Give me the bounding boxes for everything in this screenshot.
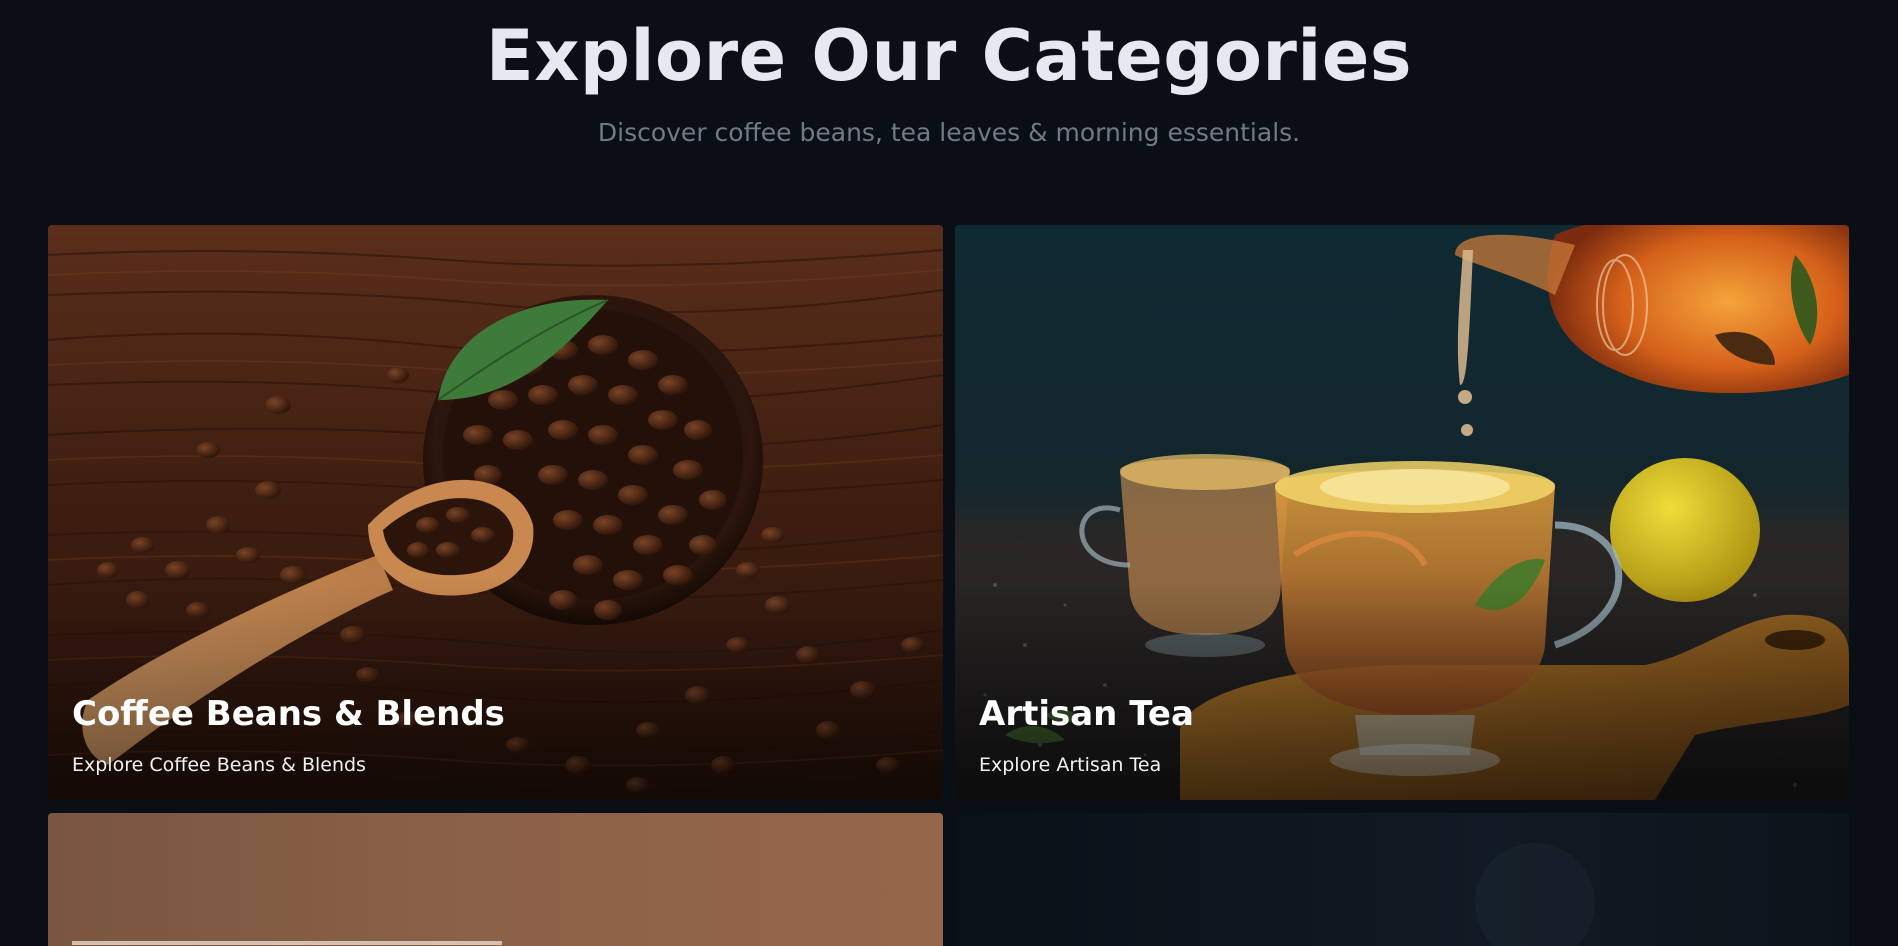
category-title: Coffee Beans & Blends bbox=[72, 694, 505, 734]
category-card-coffee[interactable]: Coffee Beans & Blends Explore Coffee Bea… bbox=[48, 225, 943, 800]
section-subtitle: Discover coffee beans, tea leaves & morn… bbox=[597, 118, 1301, 147]
category-link[interactable]: Explore Coffee Beans & Blends bbox=[72, 752, 366, 778]
category-title: Artisan Tea bbox=[979, 694, 1194, 734]
categories-section: Explore Our Categories Discover coffee b… bbox=[0, 0, 1898, 946]
category-link[interactable]: Explore Artisan Tea bbox=[979, 752, 1161, 778]
category-image-4 bbox=[955, 813, 1849, 946]
section-title: Explore Our Categories bbox=[485, 15, 1413, 97]
category-card-tea[interactable]: Artisan Tea Explore Artisan Tea bbox=[955, 225, 1849, 800]
category-card-3[interactable] bbox=[48, 813, 943, 946]
category-image-3 bbox=[48, 813, 943, 946]
category-card-4[interactable] bbox=[955, 813, 1849, 946]
